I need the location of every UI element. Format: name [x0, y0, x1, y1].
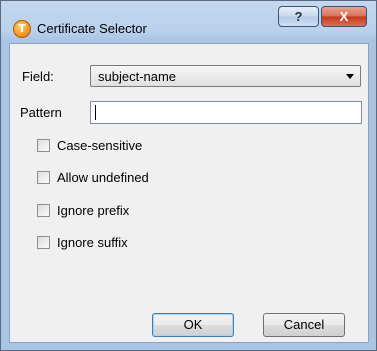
pattern-input[interactable]	[90, 101, 362, 124]
case-sensitive-label: Case-sensitive	[57, 138, 143, 153]
field-select[interactable]: subject-name	[90, 65, 361, 87]
ignore-prefix-checkbox[interactable]	[37, 204, 50, 217]
text-caret	[95, 105, 96, 120]
help-icon: ?	[294, 9, 303, 24]
close-button[interactable]: X	[321, 6, 367, 27]
allow-undefined-checkbox[interactable]	[37, 171, 50, 184]
title-bar[interactable]: T Certificate Selector ? X	[1, 1, 376, 43]
pattern-label: Pattern	[20, 105, 62, 120]
ignore-prefix-label: Ignore prefix	[57, 203, 130, 218]
chevron-down-icon[interactable]	[346, 74, 354, 79]
close-icon: X	[339, 9, 349, 24]
field-label: Field:	[22, 69, 54, 84]
field-select-value: subject-name	[98, 69, 177, 84]
dialog-body: Field: subject-name Pattern Case-sensiti…	[9, 43, 369, 343]
dialog-window: T Certificate Selector ? X Field: subjec…	[0, 0, 377, 351]
window-title: Certificate Selector	[37, 21, 147, 36]
ok-button[interactable]: OK	[152, 313, 234, 337]
case-sensitive-checkbox[interactable]	[37, 139, 50, 152]
app-icon: T	[13, 20, 31, 38]
ignore-suffix-label: Ignore suffix	[57, 235, 128, 250]
allow-undefined-label: Allow undefined	[57, 170, 149, 185]
cancel-button[interactable]: Cancel	[263, 313, 345, 337]
help-button[interactable]: ?	[278, 6, 319, 27]
ignore-suffix-checkbox[interactable]	[37, 236, 50, 249]
